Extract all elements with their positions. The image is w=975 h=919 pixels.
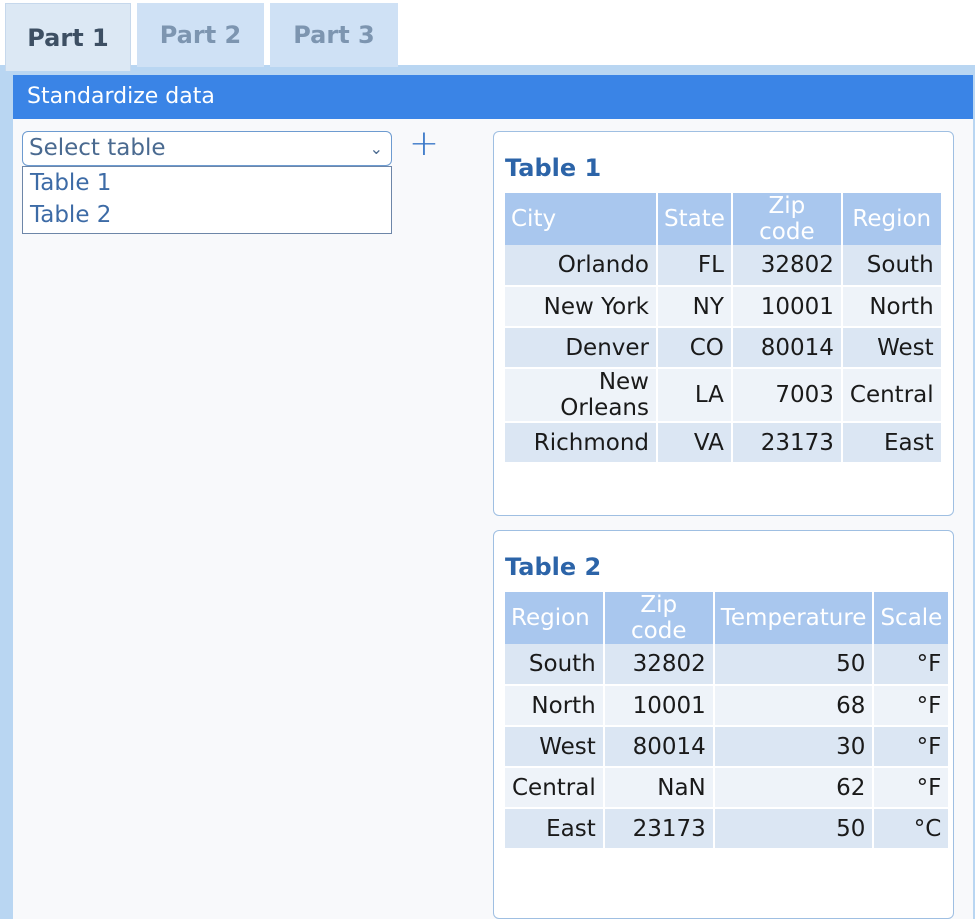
table-cell: Denver — [505, 327, 658, 369]
table-cell: North — [841, 286, 941, 328]
table-cell: VA — [657, 422, 733, 464]
table-cell: 23173 — [731, 422, 843, 464]
tab-part-2[interactable]: Part 2 — [137, 3, 264, 67]
option-table-1[interactable]: Table 1 — [23, 167, 391, 199]
table-cell: 30 — [713, 726, 875, 768]
table-cell: Richmond — [505, 422, 658, 464]
table-cell: 10001 — [731, 286, 843, 328]
table-cell: 10001 — [603, 685, 715, 727]
table-cell: South — [505, 644, 605, 686]
table-cell: West — [841, 327, 941, 369]
column-header-region: Region — [841, 193, 941, 245]
table-row: East 23173 50 °C — [505, 808, 949, 850]
table-row: West 80014 30 °F — [505, 726, 949, 768]
table-2-header-row: Region Zip code Temperature Scale — [505, 592, 949, 644]
table-row: New Orleans LA 7003 Central — [505, 368, 941, 423]
table-row: North 10001 68 °F — [505, 685, 949, 727]
table-1: City State Zip code Region Orlando FL 32… — [505, 193, 941, 464]
table-cell: 32802 — [603, 644, 715, 686]
table-cell: 68 — [713, 685, 875, 727]
table-row: Richmond VA 23173 East — [505, 422, 941, 464]
table-cell: FL — [657, 245, 733, 287]
table-cell: New York — [505, 286, 658, 328]
table-cell: °F — [873, 726, 949, 768]
column-header-zip-code: Zip code — [603, 592, 715, 644]
table-cell: NaN — [603, 767, 715, 809]
table-cell: East — [841, 422, 941, 464]
panel-content: Standardize data Select table ⌄ Table 1 … — [13, 75, 973, 919]
column-header-scale: Scale — [873, 592, 949, 644]
table-cell: East — [505, 808, 605, 850]
table-1-card: Table 1 City State Zip code Region Orlan… — [493, 131, 954, 516]
table-2-card: Table 2 Region Zip code Temperature Scal… — [493, 530, 954, 919]
table-cell: °F — [873, 685, 949, 727]
column-header-temperature: Temperature — [713, 592, 875, 644]
select-table-dropdown[interactable]: Select table ⌄ — [22, 131, 392, 166]
table-cell: Central — [505, 767, 605, 809]
select-table-options: Table 1 Table 2 — [22, 166, 392, 234]
column-header-state: State — [657, 193, 733, 245]
table-cell: °F — [873, 644, 949, 686]
table-cell: South — [841, 245, 941, 287]
table-2-title: Table 2 — [505, 553, 602, 581]
table-cell: CO — [657, 327, 733, 369]
column-header-zip-code: Zip code — [731, 193, 843, 245]
table-cell: 80014 — [603, 726, 715, 768]
table-cell: NY — [657, 286, 733, 328]
table-cell: 32802 — [731, 245, 843, 287]
table-cell: 80014 — [731, 327, 843, 369]
table-row: New York NY 10001 North — [505, 286, 941, 328]
table-cell: Central — [841, 368, 941, 423]
panel-header: Standardize data — [13, 75, 973, 119]
table-cell: West — [505, 726, 605, 768]
table-row: Central NaN 62 °F — [505, 767, 949, 809]
chevron-down-icon: ⌄ — [369, 139, 383, 158]
table-cell: 50 — [713, 808, 875, 850]
option-table-2[interactable]: Table 2 — [23, 199, 391, 231]
table-1-title: Table 1 — [505, 154, 602, 182]
plus-icon[interactable]: + — [407, 126, 441, 163]
table-cell: °C — [873, 808, 949, 850]
table-1-header-row: City State Zip code Region — [505, 193, 941, 245]
tab-part-1[interactable]: Part 1 — [5, 3, 131, 71]
column-header-region: Region — [505, 592, 605, 644]
table-cell: North — [505, 685, 605, 727]
table-cell: New Orleans — [505, 368, 658, 423]
select-table-placeholder: Select table — [29, 135, 166, 161]
table-cell: 50 — [713, 644, 875, 686]
main-panel: Standardize data Select table ⌄ Table 1 … — [0, 65, 975, 919]
table-row: Orlando FL 32802 South — [505, 245, 941, 287]
table-cell: 62 — [713, 767, 875, 809]
table-row: South 32802 50 °F — [505, 644, 949, 686]
table-cell: LA — [657, 368, 733, 423]
table-cell: Orlando — [505, 245, 658, 287]
column-header-city: City — [505, 193, 658, 245]
table-cell: 7003 — [731, 368, 843, 423]
table-2: Region Zip code Temperature Scale South … — [505, 592, 949, 850]
table-row: Denver CO 80014 West — [505, 327, 941, 369]
tab-part-3[interactable]: Part 3 — [270, 3, 398, 67]
table-cell: °F — [873, 767, 949, 809]
table-cell: 23173 — [603, 808, 715, 850]
